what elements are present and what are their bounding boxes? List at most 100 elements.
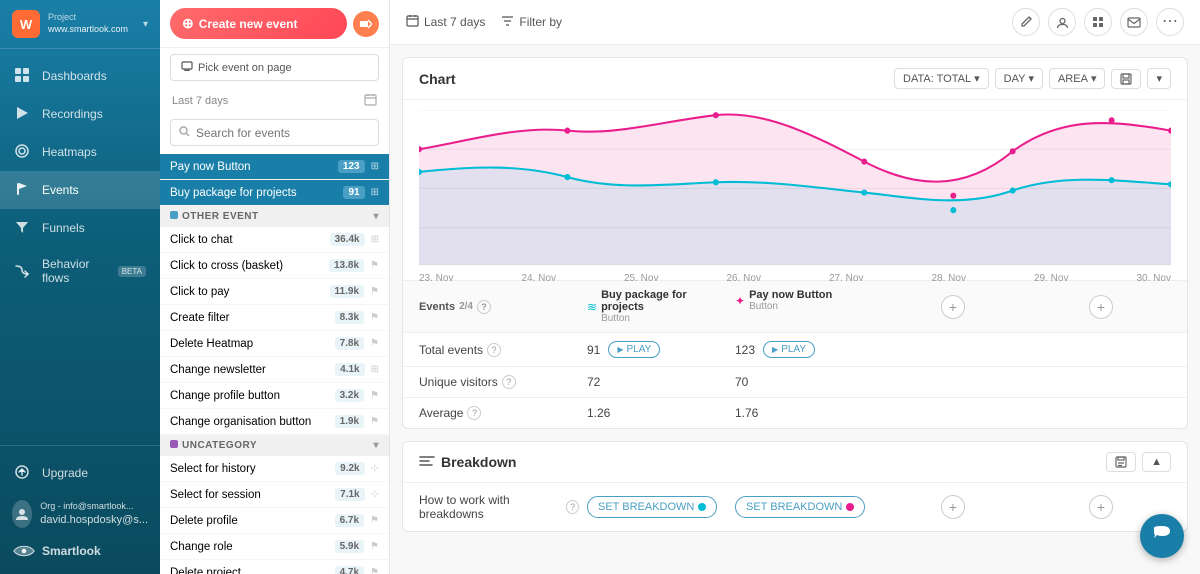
list-item[interactable]: Click to pay 11.9k ⚑ <box>160 279 389 305</box>
add-breakdown-col4: + <box>1031 495 1171 519</box>
grid-small-icon: ⊞ <box>371 161 379 172</box>
list-item[interactable]: Change profile button 3.2k ⚑ <box>160 383 389 409</box>
email-icon <box>1127 17 1141 28</box>
sidebar-item-behavior-flows[interactable]: Behavior flows BETA <box>0 247 160 295</box>
play-button-col1[interactable]: ▶ PLAY <box>608 341 660 358</box>
sidebar-item-funnels[interactable]: Funnels <box>0 209 160 247</box>
sidebar-item-heatmaps[interactable]: Heatmaps <box>0 133 160 171</box>
sidebar-item-recordings[interactable]: Recordings <box>0 95 160 133</box>
main-content: Last 7 days Filter by <box>390 0 1200 574</box>
x-label: 27. Nov <box>829 273 863 284</box>
info-icon[interactable]: ? <box>487 343 501 357</box>
info-icon[interactable]: ? <box>502 375 516 389</box>
day-button[interactable]: DAY ▾ <box>995 68 1043 89</box>
add-col-3: + <box>883 289 1023 324</box>
chevron-down-icon[interactable]: ▾ <box>373 211 379 222</box>
add-breakdown-button-4[interactable]: + <box>1089 495 1113 519</box>
list-item[interactable]: Change role 5.9k ⚑ <box>160 534 389 560</box>
email-button[interactable] <box>1120 8 1148 36</box>
search-box <box>170 119 379 146</box>
flag-icon: ⚑ <box>370 416 379 427</box>
x-label: 26. Nov <box>727 273 761 284</box>
pencil-icon <box>1020 16 1033 29</box>
chevron-up-icon: ▲ <box>1151 456 1162 468</box>
filter-button[interactable]: Filter by <box>501 15 562 30</box>
col1-value: 72 <box>587 375 727 389</box>
add-event-button-4[interactable]: + <box>1089 295 1113 319</box>
list-item[interactable]: Buy package for projects 91 ⊞ <box>160 180 389 206</box>
date-filter-row: Last 7 days <box>160 87 389 115</box>
info-icon[interactable]: ? <box>467 406 481 420</box>
sidebar-item-events[interactable]: Events <box>0 171 160 209</box>
smartlook-logo-icon <box>12 544 36 558</box>
list-item[interactable]: Click to chat 36.4k ⊞ <box>160 227 389 253</box>
grid-icon <box>14 67 32 85</box>
chevron-down-icon: ▾ <box>143 19 148 30</box>
edit-button[interactable] <box>1012 8 1040 36</box>
list-item[interactable]: Pay now Button 123 ⊞ <box>160 154 389 180</box>
save-icon <box>1120 73 1132 85</box>
event-count: 123 <box>338 160 365 173</box>
event-name: Change organisation button <box>170 416 329 428</box>
add-breakdown-col3: + <box>883 495 1023 519</box>
info-icon[interactable]: ? <box>566 500 579 514</box>
set-breakdown-button-cyan[interactable]: SET BREAKDOWN <box>587 496 717 518</box>
event-name: Click to cross (basket) <box>170 260 323 272</box>
event-count: 36.4k <box>330 233 365 246</box>
list-item[interactable]: Delete Heatmap 7.8k ⚑ <box>160 331 389 357</box>
grid-button[interactable] <box>1084 8 1112 36</box>
set-breakdown-label: SET BREAKDOWN <box>598 501 694 513</box>
list-item[interactable]: Delete project 4.7k ⚑ <box>160 560 389 574</box>
data-total-button[interactable]: DATA: TOTAL ▾ <box>894 68 989 89</box>
list-item[interactable]: Select for history 9.2k ⊹ <box>160 456 389 482</box>
left-nav: W Project www.smartlook.com ▾ Dashboards… <box>0 0 160 574</box>
project-url: www.smartlook.com <box>48 24 128 36</box>
chevron-down-icon[interactable]: ▾ <box>373 440 379 451</box>
nav-bottom: Upgrade Org - info@smartlook... david.ho… <box>0 445 160 574</box>
save-chart-button[interactable] <box>1111 69 1141 89</box>
search-input[interactable] <box>196 126 370 140</box>
sidebar-item-upgrade[interactable]: Upgrade <box>0 454 160 492</box>
area-button[interactable]: AREA ▾ <box>1049 68 1106 89</box>
event-count: 91 <box>343 186 364 199</box>
play-button-col2[interactable]: ▶ PLAY <box>763 341 815 358</box>
set-breakdown-button-pink[interactable]: SET BREAKDOWN <box>735 496 865 518</box>
add-breakdown-button-3[interactable]: + <box>941 495 965 519</box>
play-label: PLAY <box>627 344 652 355</box>
save-breakdown-button[interactable] <box>1106 452 1136 472</box>
flag-icon: ⚑ <box>370 390 379 401</box>
event-list: Pay now Button 123 ⊞ Buy package for pro… <box>160 154 389 574</box>
pick-event-button[interactable]: Pick event on page <box>170 54 379 81</box>
list-item[interactable]: Delete profile 6.7k ⚑ <box>160 508 389 534</box>
sidebar-item-dashboards[interactable]: Dashboards <box>0 57 160 95</box>
collapse-breakdown-button[interactable]: ▲ <box>1142 452 1171 472</box>
share-button[interactable] <box>353 11 379 37</box>
info-icon[interactable]: ? <box>477 300 491 314</box>
list-item[interactable]: Click to cross (basket) 13.8k ⚑ <box>160 253 389 279</box>
toolbar-left: Last 7 days Filter by <box>406 14 562 30</box>
section-label: OTHER EVENT <box>170 211 259 222</box>
set-breakdown-label: SET BREAKDOWN <box>746 501 842 513</box>
list-item[interactable]: Select for session 7.1k ⊹ <box>160 482 389 508</box>
x-label: 24. Nov <box>522 273 556 284</box>
chart-more-button[interactable]: ▾ <box>1147 68 1171 89</box>
sidebar-item-label: Heatmaps <box>42 145 97 159</box>
area-label: AREA <box>1058 73 1088 85</box>
list-item[interactable]: Change organisation button 1.9k ⚑ <box>160 409 389 435</box>
event-count: 3.2k <box>335 389 364 402</box>
list-item[interactable]: Change newsletter 4.1k ⊞ <box>160 357 389 383</box>
nav-logo[interactable]: W Project www.smartlook.com ▾ <box>0 0 160 49</box>
more-button[interactable]: ⋯ <box>1156 8 1184 36</box>
list-item[interactable]: Create filter 8.3k ⚑ <box>160 305 389 331</box>
user-button[interactable] <box>1048 8 1076 36</box>
create-event-button[interactable]: ⊕ Create new event <box>170 8 347 39</box>
chat-bubble[interactable] <box>1140 514 1184 558</box>
calendar-icon[interactable] <box>364 93 377 109</box>
date-range-button[interactable]: Last 7 days <box>406 14 485 30</box>
col2-value: 1.76 <box>735 406 875 420</box>
chart-section: Chart DATA: TOTAL ▾ DAY ▾ AREA ▾ <box>402 57 1188 429</box>
logo-icon: W <box>12 10 40 38</box>
add-event-button-3[interactable]: + <box>941 295 965 319</box>
nav-user[interactable]: Org - info@smartlook... david.hospdosky@… <box>0 492 160 536</box>
avatar <box>12 500 32 528</box>
